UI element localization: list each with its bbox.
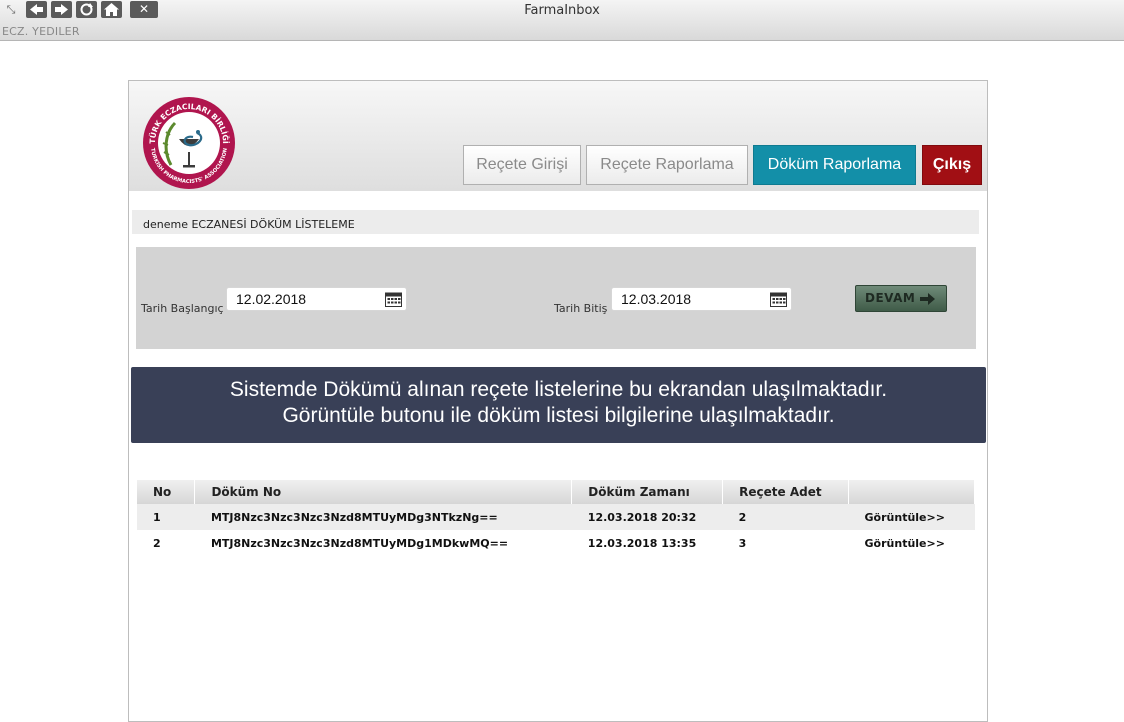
- header: TÜRK ECZACILARI BİRLİĞİ TURKISH PHARMACI…: [129, 81, 987, 191]
- tebb-logo: TÜRK ECZACILARI BİRLİĞİ TURKISH PHARMACI…: [143, 97, 235, 189]
- window-title: FarmaInbox: [524, 3, 600, 18]
- section-title: deneme ECZANESİ DÖKÜM LİSTELEME: [132, 210, 979, 234]
- end-date-value: 12.03.2018: [621, 291, 692, 307]
- cell-dokum-no: MTJ8Nzc3Nzc3Nzc3Nzd8MTUyMDg3NTkzNg==: [194, 504, 572, 530]
- column-header-recete-adet: Reçete Adet: [722, 480, 850, 504]
- column-header-no: No: [137, 480, 196, 504]
- info-banner: Sistemde Dökümü alınan reçete listelerin…: [131, 367, 986, 443]
- calendar-icon[interactable]: [385, 291, 402, 307]
- end-date-label: Tarih Bitiş: [554, 302, 608, 315]
- column-header-action: [848, 480, 975, 504]
- title-bar: ⤡ ✕ FarmaInbox ECZ. YEDILER: [0, 0, 1124, 41]
- cell-no: 2: [137, 530, 195, 556]
- devam-button[interactable]: DEVAM: [855, 285, 947, 312]
- dokum-table: No Döküm No Döküm Zamanı Reçete Adet 1 M…: [137, 480, 975, 556]
- nav-recete-raporlama-button[interactable]: Reçete Raporlama: [586, 145, 748, 185]
- start-date-field[interactable]: 12.02.2018: [226, 287, 407, 311]
- table-row: 1 MTJ8Nzc3Nzc3Nzc3Nzd8MTUyMDg3NTkzNg== 1…: [137, 504, 975, 530]
- logout-button[interactable]: Çıkış: [922, 145, 982, 185]
- date-filter: Tarih Başlangıç 12.02.2018 Tarih Bitiş 1…: [136, 247, 976, 349]
- cell-dokum-zamani: 12.03.2018 13:35: [571, 530, 723, 556]
- user-name: ECZ. YEDILER: [2, 25, 80, 38]
- nav-dokum-raporlama-button[interactable]: Döküm Raporlama: [753, 145, 916, 185]
- devam-label: DEVAM: [865, 291, 916, 305]
- info-text-line2: Görüntüle butonu ile döküm listesi bilgi…: [282, 404, 835, 427]
- cell-dokum-zamani: 12.03.2018 20:32: [571, 504, 723, 530]
- main-panel: TÜRK ECZACILARI BİRLİĞİ TURKISH PHARMACI…: [128, 80, 988, 722]
- table-header-row: No Döküm No Döküm Zamanı Reçete Adet: [137, 480, 975, 504]
- start-date-value: 12.02.2018: [236, 291, 307, 307]
- nav-recete-girisi-button[interactable]: Reçete Girişi: [463, 145, 581, 185]
- view-link[interactable]: Görüntüle>>: [848, 504, 975, 530]
- cell-dokum-no: MTJ8Nzc3Nzc3Nzc3Nzd8MTUyMDg1MDkwMQ==: [194, 530, 572, 556]
- start-date-label: Tarih Başlangıç: [141, 302, 224, 315]
- arrow-right-icon: [920, 293, 935, 305]
- column-header-dokum-zamani: Döküm Zamanı: [571, 480, 724, 504]
- view-link[interactable]: Görüntüle>>: [848, 530, 975, 556]
- table-row: 2 MTJ8Nzc3Nzc3Nzc3Nzd8MTUyMDg1MDkwMQ== 1…: [137, 530, 975, 556]
- calendar-icon[interactable]: [770, 291, 787, 307]
- column-header-dokum-no: Döküm No: [194, 480, 573, 504]
- cell-recete-adet: 2: [722, 504, 849, 530]
- end-date-field[interactable]: 12.03.2018: [611, 287, 792, 311]
- cell-recete-adet: 3: [722, 530, 849, 556]
- cell-no: 1: [137, 504, 195, 530]
- info-text-line1: Sistemde Dökümü alınan reçete listelerin…: [229, 378, 888, 401]
